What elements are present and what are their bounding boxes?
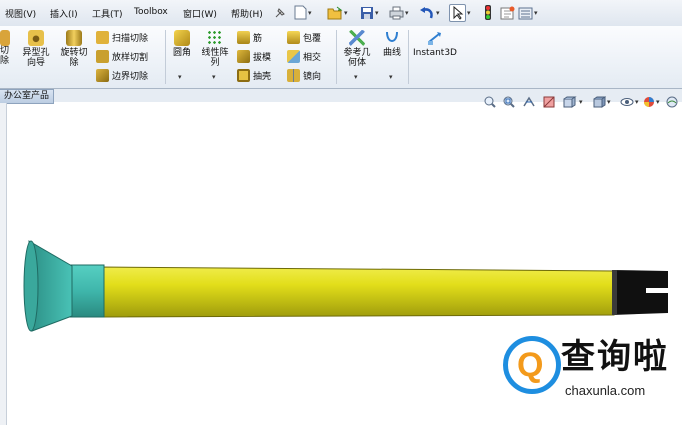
lofted-cut-icon (96, 50, 109, 63)
fillet-label: 圆角 (172, 48, 191, 58)
collar[interactable] (69, 264, 105, 318)
fillet-button[interactable]: 圆角 (170, 30, 194, 58)
boundary-cut-button[interactable]: 边界切除 (96, 69, 148, 82)
revolved-cut-icon (66, 30, 82, 46)
chevron-down-icon[interactable]: ▾ (308, 9, 312, 17)
rebuild-icon[interactable] (484, 4, 492, 21)
chevron-down-icon[interactable]: ▾ (178, 73, 182, 81)
boundary-cut-label: 边界切除 (112, 72, 149, 82)
site-watermark: Q 查询啦 chaxunla.com (503, 336, 677, 405)
draft-button[interactable]: 拔模 (237, 50, 271, 63)
intersect-label: 相交 (303, 53, 322, 63)
draft-label: 拔模 (253, 53, 272, 63)
draft-icon (237, 50, 250, 63)
linear-pattern-icon (207, 30, 223, 46)
ribbon-divider (165, 30, 166, 84)
document-tab[interactable]: 办公室产品 (0, 89, 55, 104)
file-properties-icon[interactable] (500, 4, 515, 21)
hole-wizard-button[interactable]: 异型孔 向导 (18, 30, 54, 68)
extruded-cut-icon (0, 30, 10, 46)
fillet-icon (174, 30, 190, 46)
instant3d-button[interactable]: Instant3D (412, 30, 458, 58)
instant3d-label: Instant3D (413, 48, 457, 58)
new-document-button[interactable]: ▾ (294, 4, 312, 21)
shaft-tube[interactable] (99, 266, 615, 318)
shell-label: 抽壳 (253, 72, 272, 82)
curves-icon (384, 30, 400, 46)
swept-cut-label: 扫描切除 (112, 34, 149, 44)
print-button[interactable]: ▾ (389, 4, 409, 21)
reference-geometry-label: 参考几 何体 (343, 48, 371, 68)
hole-wizard-label: 异型孔 向导 (22, 48, 50, 68)
chaxunla-logo-icon: Q (503, 336, 561, 394)
mirror-icon (287, 69, 300, 82)
chevron-down-icon[interactable]: ▾ (375, 9, 379, 17)
lofted-cut-button[interactable]: 放样切割 (96, 50, 148, 63)
menu-help[interactable]: 帮助(H) (231, 7, 263, 20)
wrap-label: 包覆 (303, 34, 322, 44)
swept-cut-button[interactable]: 扫描切除 (96, 31, 148, 44)
chevron-down-icon[interactable]: ▾ (212, 73, 216, 81)
hole-wizard-icon (28, 30, 44, 46)
wrap-button[interactable]: 包覆 (287, 31, 321, 44)
chevron-down-icon[interactable]: ▾ (354, 73, 358, 81)
shell-icon (237, 69, 250, 82)
ribbon-divider (408, 30, 409, 84)
menu-window[interactable]: 窗口(W) (183, 7, 217, 20)
funnel-cone[interactable] (23, 240, 73, 332)
intersect-button[interactable]: 相交 (287, 50, 321, 63)
boundary-cut-icon (96, 69, 109, 82)
extruded-cut-label: 切 除 (0, 46, 10, 66)
wrap-icon (287, 31, 300, 44)
linear-pattern-button[interactable]: 线性阵 列 (199, 30, 231, 68)
chevron-down-icon[interactable]: ▾ (467, 9, 471, 17)
curves-button[interactable]: 曲线 (379, 30, 405, 58)
watermark-title: 查询啦 (561, 337, 669, 377)
reference-geometry-icon (349, 30, 365, 46)
curves-label: 曲线 (382, 48, 401, 58)
chevron-down-icon[interactable]: ▾ (436, 9, 440, 17)
select-button[interactable]: ▾ (449, 3, 471, 22)
chevron-down-icon[interactable]: ▾ (389, 73, 393, 81)
menu-view[interactable]: 视图(V) (5, 7, 36, 20)
intersect-icon (287, 50, 300, 63)
chevron-down-icon[interactable]: ▾ (405, 9, 409, 17)
rib-label: 筋 (253, 34, 263, 44)
rib-button[interactable]: 筋 (237, 31, 262, 44)
watermark-url: chaxunla.com (565, 383, 646, 398)
logo-letter: Q (517, 346, 544, 384)
save-button[interactable]: ▾ (360, 4, 379, 21)
open-button[interactable]: ▾ (327, 4, 348, 21)
end-cap[interactable] (612, 270, 668, 315)
revolved-cut-button[interactable]: 旋转切 除 (57, 30, 91, 68)
instant3d-icon (427, 30, 443, 46)
undo-button[interactable]: ▾ (419, 4, 440, 21)
lofted-cut-label: 放样切割 (112, 53, 149, 63)
swept-cut-icon (96, 31, 109, 44)
mirror-button[interactable]: 镜向 (287, 69, 321, 82)
shell-button[interactable]: 抽壳 (237, 69, 271, 82)
menu-bar: 视图(V) 插入(I) 工具(T) Toolbox 窗口(W) 帮助(H) ▾ … (0, 0, 682, 27)
rib-icon (237, 31, 250, 44)
menu-toolbox[interactable]: Toolbox (134, 7, 168, 17)
linear-pattern-label: 线性阵 列 (201, 48, 229, 68)
extruded-cut-button[interactable]: 切 除 (0, 30, 14, 66)
mirror-label: 镜向 (303, 72, 322, 82)
menu-tools[interactable]: 工具(T) (92, 7, 123, 20)
chevron-down-icon[interactable]: ▾ (344, 9, 348, 17)
pin-icon[interactable] (273, 4, 287, 21)
reference-geometry-button[interactable]: 参考几 何体 (341, 30, 373, 68)
chevron-down-icon[interactable]: ▾ (534, 9, 538, 17)
revolved-cut-label: 旋转切 除 (60, 48, 88, 68)
ribbon-divider (336, 30, 337, 84)
options-icon[interactable]: ▾ (518, 4, 538, 21)
menu-insert[interactable]: 插入(I) (50, 7, 78, 20)
